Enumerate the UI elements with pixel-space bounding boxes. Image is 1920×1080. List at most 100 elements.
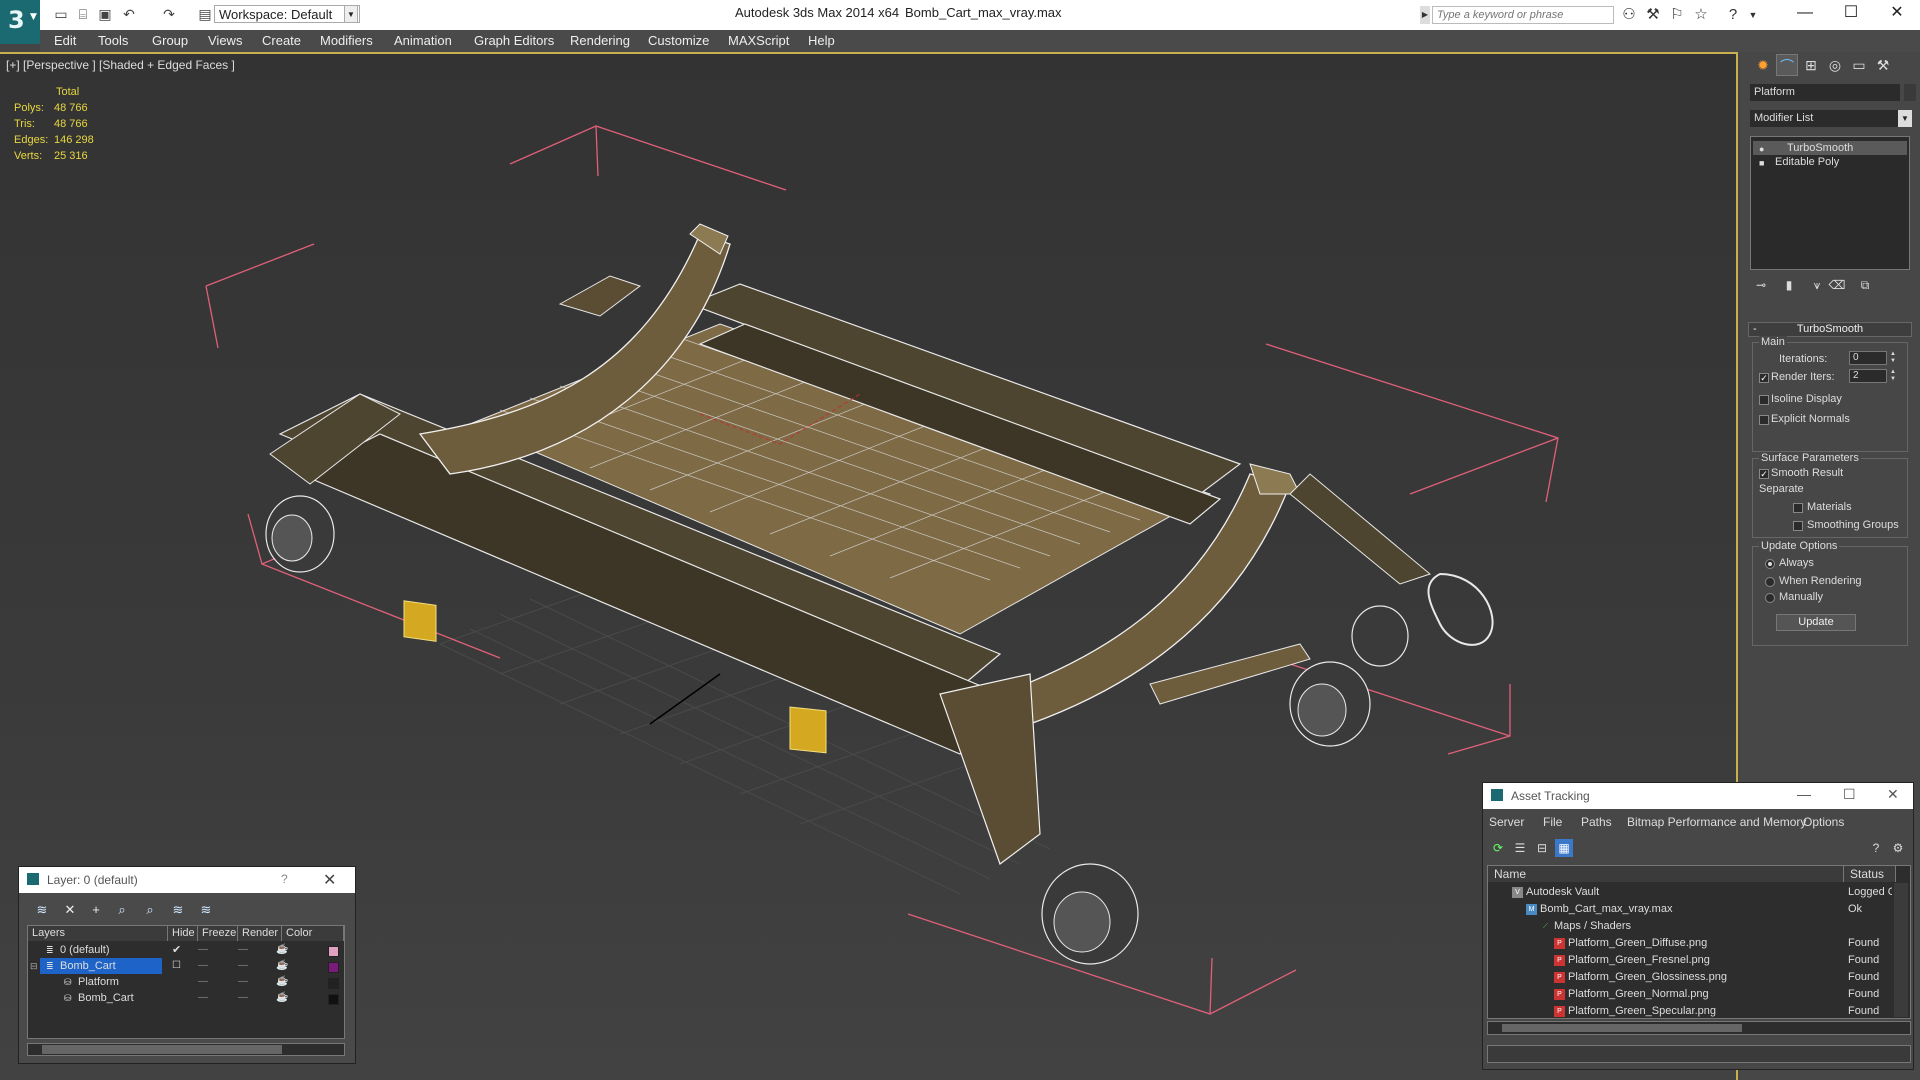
explicit-normals-checkbox[interactable] (1759, 415, 1769, 425)
menu-help[interactable]: Help (808, 33, 835, 48)
menu-paths[interactable]: Paths (1581, 815, 1612, 829)
menu-maxscript[interactable]: MAXScript (728, 33, 789, 48)
close-icon[interactable]: ✕ (323, 870, 336, 890)
col-layers[interactable]: Layers (28, 926, 168, 941)
redo-icon[interactable]: ↷ (160, 6, 178, 22)
object-name-field[interactable]: Platform (1750, 84, 1900, 101)
hide-toggle[interactable]: — (198, 990, 208, 1006)
menu-views[interactable]: Views (208, 33, 242, 48)
active-layer-box-icon[interactable]: ☐ (172, 958, 181, 974)
undo-icon[interactable]: ↶ (120, 6, 138, 22)
hierarchy-tab-icon[interactable]: ⊞ (1800, 54, 1822, 76)
menu-file[interactable]: File (1543, 815, 1562, 829)
menu-animation[interactable]: Animation (394, 33, 452, 48)
open-file-icon[interactable]: ⌸ (74, 6, 92, 22)
col-freeze[interactable]: Freeze (198, 926, 238, 941)
asset-row[interactable]: M Bomb_Cart_max_vray.max Ok (1488, 901, 1894, 918)
close-button[interactable]: ✕ (1887, 786, 1899, 803)
layer-color-swatch[interactable] (328, 994, 339, 1005)
menu-modifiers[interactable]: Modifiers (320, 33, 373, 48)
refresh-icon[interactable]: ⟳ (1489, 839, 1507, 857)
make-unique-icon[interactable]: ⩛ (1808, 276, 1826, 294)
tree-view-icon[interactable]: ⊟ (1533, 839, 1551, 857)
maximize-button[interactable]: ☐ (1843, 786, 1856, 803)
help-icon[interactable]: ? (281, 872, 288, 886)
menu-group[interactable]: Group (152, 33, 188, 48)
col-name[interactable]: Name (1488, 866, 1844, 882)
freeze-toggle[interactable]: — (238, 990, 248, 1006)
new-layer-icon[interactable]: ≋ (31, 901, 53, 919)
select-objects-icon[interactable]: ⌕ (111, 901, 133, 919)
close-button[interactable]: ✕ (1874, 0, 1920, 28)
chevron-down-icon[interactable]: ▼ (1744, 6, 1762, 24)
spinner-arrows-icon[interactable]: ▲ ▼ (1889, 369, 1897, 383)
materials-checkbox[interactable] (1793, 503, 1803, 513)
asset-row[interactable]: P Platform_Green_Specular.png Found (1488, 1003, 1894, 1018)
show-end-result-icon[interactable]: ▮ (1780, 276, 1798, 294)
chevron-down-icon[interactable]: ▼ (1898, 110, 1912, 127)
menu-options[interactable]: Options (1803, 815, 1844, 829)
binoculars-icon[interactable]: ⚇ (1620, 6, 1638, 24)
viewport-label[interactable]: [+] [Perspective ] [Shaded + Edged Faces… (6, 58, 235, 72)
menu-server[interactable]: Server (1489, 815, 1524, 829)
freeze-toggle[interactable]: — (238, 974, 248, 990)
col-render[interactable]: Render (238, 926, 282, 941)
menu-edit[interactable]: Edit (54, 33, 76, 48)
menu-rendering[interactable]: Rendering (570, 33, 630, 48)
layer-color-swatch[interactable] (328, 946, 339, 957)
freeze-toggle[interactable]: — (238, 942, 248, 958)
when-rendering-radio[interactable] (1765, 577, 1775, 587)
col-status[interactable]: Status (1844, 866, 1896, 882)
configure-modifier-sets-icon[interactable]: ⧉ (1856, 276, 1874, 294)
stack-item-editable-poly[interactable]: ■ Editable Poly (1753, 155, 1907, 169)
delete-layer-icon[interactable]: ✕ (59, 901, 81, 919)
menu-tools[interactable]: Tools (98, 33, 128, 48)
asset-row[interactable]: P Platform_Green_Glossiness.png Found (1488, 969, 1894, 986)
spinner-arrows-icon[interactable]: ▲ ▼ (1889, 351, 1897, 365)
vertical-scrollbar[interactable] (1894, 883, 1908, 1017)
minimize-button[interactable]: — (1797, 786, 1811, 802)
render-iters-checkbox[interactable]: ✓ (1759, 373, 1769, 383)
horizontal-scrollbar[interactable] (1487, 1021, 1911, 1035)
active-layer-check-icon[interactable]: ✔ (172, 942, 181, 958)
modifier-list-select[interactable]: Modifier List (1750, 110, 1908, 127)
app-menu-button[interactable]: 3 ▼ (0, 0, 40, 44)
communication-icon[interactable]: ⚐ (1668, 6, 1686, 24)
stack-item-turbosmooth[interactable]: ● TurboSmooth (1753, 141, 1907, 155)
motion-tab-icon[interactable]: ◎ (1824, 54, 1846, 76)
asset-row[interactable]: P Platform_Green_Fresnel.png Found (1488, 952, 1894, 969)
layer-row[interactable]: ≣ 0 (default) ✔ — — ☕ (28, 942, 344, 958)
hide-toggle[interactable]: — (198, 974, 208, 990)
hide-all-icon[interactable]: ≋ (167, 901, 189, 919)
list-view-icon[interactable]: ☰ (1511, 839, 1529, 857)
workspace-select[interactable]: Workspace: Default ▼ (214, 5, 360, 23)
render-teapot-icon[interactable]: ☕ (276, 958, 288, 974)
layer-row[interactable]: ⊟ ≣ Bomb_Cart ☐ — — ☕ (28, 958, 344, 974)
asset-tracking-titlebar[interactable]: Asset Tracking — ☐ ✕ (1483, 783, 1913, 809)
col-hide[interactable]: Hide (168, 926, 198, 941)
render-teapot-icon[interactable]: ☕ (276, 974, 288, 990)
search-expand-button[interactable]: ▶ (1420, 6, 1430, 24)
smoothing-groups-checkbox[interactable] (1793, 521, 1803, 531)
asset-row[interactable]: V Autodesk Vault Logged Out (1488, 884, 1894, 901)
help-icon[interactable]: ? (1724, 6, 1742, 24)
asset-row[interactable]: ⟋ Maps / Shaders (1488, 918, 1894, 935)
freeze-toggle[interactable]: — (238, 958, 248, 974)
horizontal-scrollbar[interactable] (27, 1043, 345, 1056)
hide-toggle[interactable]: — (198, 942, 208, 958)
menu-graph-editors[interactable]: Graph Editors (474, 33, 554, 48)
iterations-spinner[interactable]: 0 (1849, 351, 1887, 365)
manually-radio[interactable] (1765, 593, 1775, 603)
asset-row[interactable]: P Platform_Green_Diffuse.png Found (1488, 935, 1894, 952)
layer-dialog-titlebar[interactable]: Layer: 0 (default) ? ✕ (19, 867, 355, 893)
create-tab-icon[interactable]: ✹ (1752, 54, 1774, 76)
display-tab-icon[interactable]: ▭ (1848, 54, 1870, 76)
render-teapot-icon[interactable]: ☕ (276, 942, 288, 958)
menu-customize[interactable]: Customize (648, 33, 709, 48)
hide-toggle[interactable]: — (198, 958, 208, 974)
asset-path-field[interactable] (1487, 1045, 1911, 1063)
minimize-button[interactable]: — (1782, 0, 1828, 28)
add-to-layer-icon[interactable]: + (85, 901, 107, 919)
layer-row[interactable]: ⛁ Bomb_Cart — — ☕ (28, 990, 344, 1006)
modify-tab-icon[interactable]: ⌒ (1776, 54, 1798, 76)
